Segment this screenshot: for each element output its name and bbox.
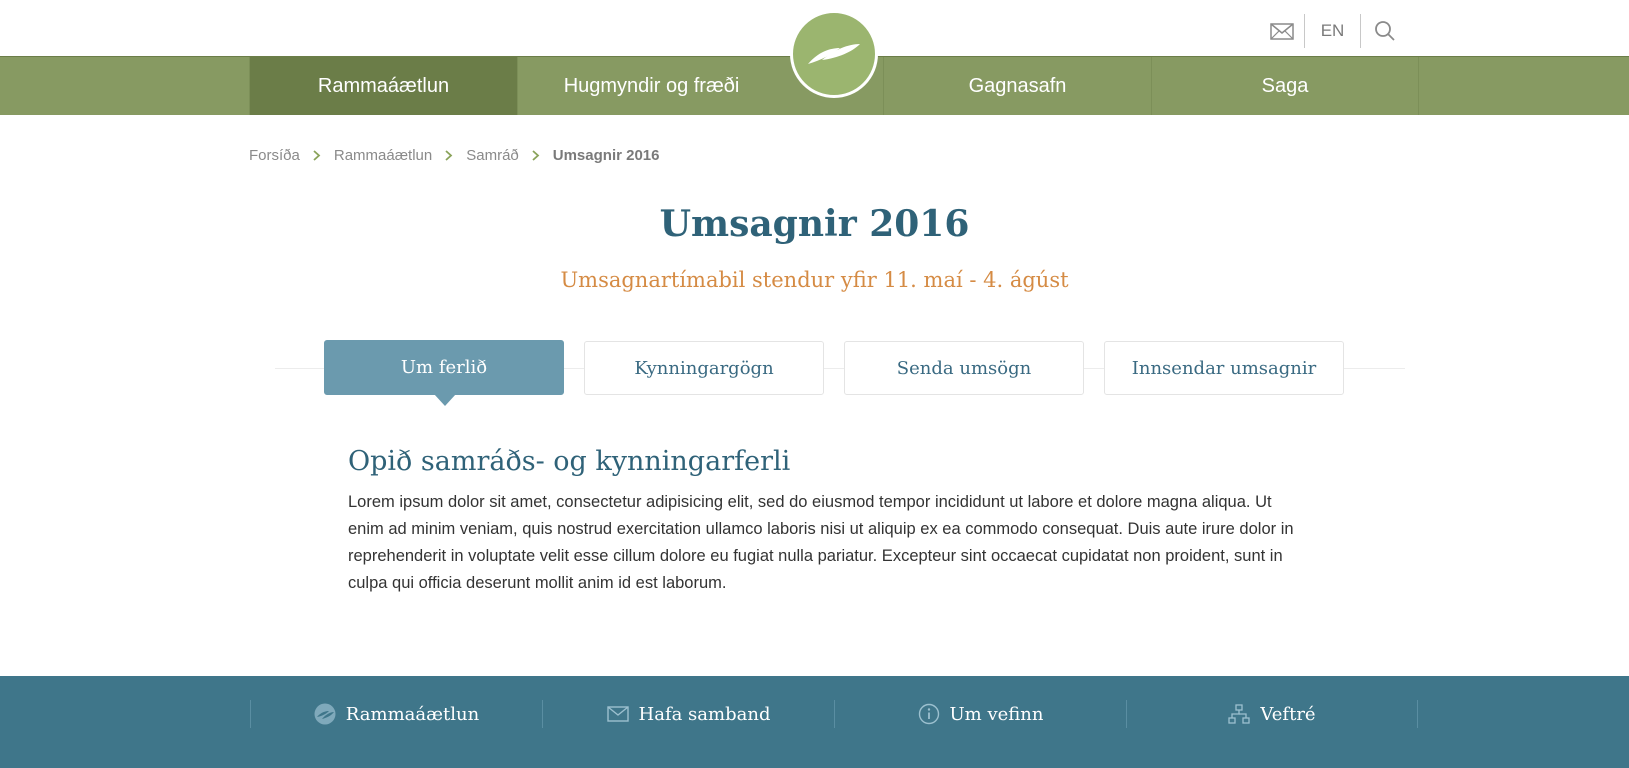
search-icon[interactable] [1361,14,1409,48]
tab-label: Senda umsögn [896,357,1032,379]
tab-label: Kynningargögn [634,357,774,379]
language-switch[interactable]: EN [1305,14,1361,48]
nav-item-saga[interactable]: Saga [1151,57,1419,115]
footer: Rammaáætlun Hafa samband Um vefinn Veftr… [0,676,1629,768]
mail-icon[interactable] [1259,14,1305,48]
footer-link-hafa-samband[interactable]: Hafa samband [542,700,834,728]
chevron-right-icon [445,149,453,161]
tab-innsendar-umsagnir[interactable]: Innsendar umsagnir [1104,341,1344,395]
chevron-right-icon [532,149,540,161]
info-icon [918,703,940,725]
leaf-logo[interactable] [790,10,878,98]
footer-label: Veftré [1260,703,1316,725]
mail-icon [606,706,629,722]
breadcrumb-current: Umsagnir 2016 [552,146,660,164]
breadcrumb-samrad[interactable]: Samráð [466,147,519,164]
sitemap-icon [1228,704,1251,724]
nav-item-rammaaaetlun[interactable]: Rammaáætlun [249,57,517,115]
footer-label: Um vefinn [949,703,1044,725]
utility-links: EN [1259,14,1409,48]
content-body: Lorem ipsum dolor sit amet, consectetur … [348,493,1294,592]
tab-bar: Um ferlið Kynningargögn Senda umsögn Inn… [324,340,1344,406]
leaf-logo-icon [314,703,336,725]
footer-link-rammaaaetlun[interactable]: Rammaáætlun [250,700,542,728]
breadcrumb: Forsíða Rammaáætlun Samráð Umsagnir 2016 [249,145,660,165]
breadcrumb-forsida[interactable]: Forsíða [249,147,300,164]
tab-label: Innsendar umsagnir [1131,357,1317,379]
page-title: Umsagnir 2016 [659,203,970,245]
active-tab-pointer [434,394,456,406]
content-heading: Opið samráðs- og kynningarferli [348,446,791,477]
nav-item-hugmyndir[interactable]: Hugmyndir og fræði [517,57,785,115]
tab-content: Opið samráðs- og kynningarferli Lorem ip… [348,446,1308,597]
footer-label: Rammaáætlun [345,703,480,725]
footer-label: Hafa samband [638,703,771,725]
tab-label: Um ferlið [400,357,488,378]
footer-link-um-vefinn[interactable]: Um vefinn [834,700,1126,728]
nav-item-gagnasafn[interactable]: Gagnasafn [883,57,1151,115]
tab-senda-umsogn[interactable]: Senda umsögn [844,341,1084,395]
tab-kynningargogn[interactable]: Kynningargögn [584,341,824,395]
footer-link-veftre[interactable]: Veftré [1126,700,1418,728]
chevron-right-icon [313,149,321,161]
tab-um-ferlid[interactable]: Um ferlið [324,340,564,406]
breadcrumb-rammaaaetlun[interactable]: Rammaáætlun [334,147,432,164]
page-subtitle: Umsagnartímabil stendur yfir 11. maí - 4… [560,268,1069,292]
